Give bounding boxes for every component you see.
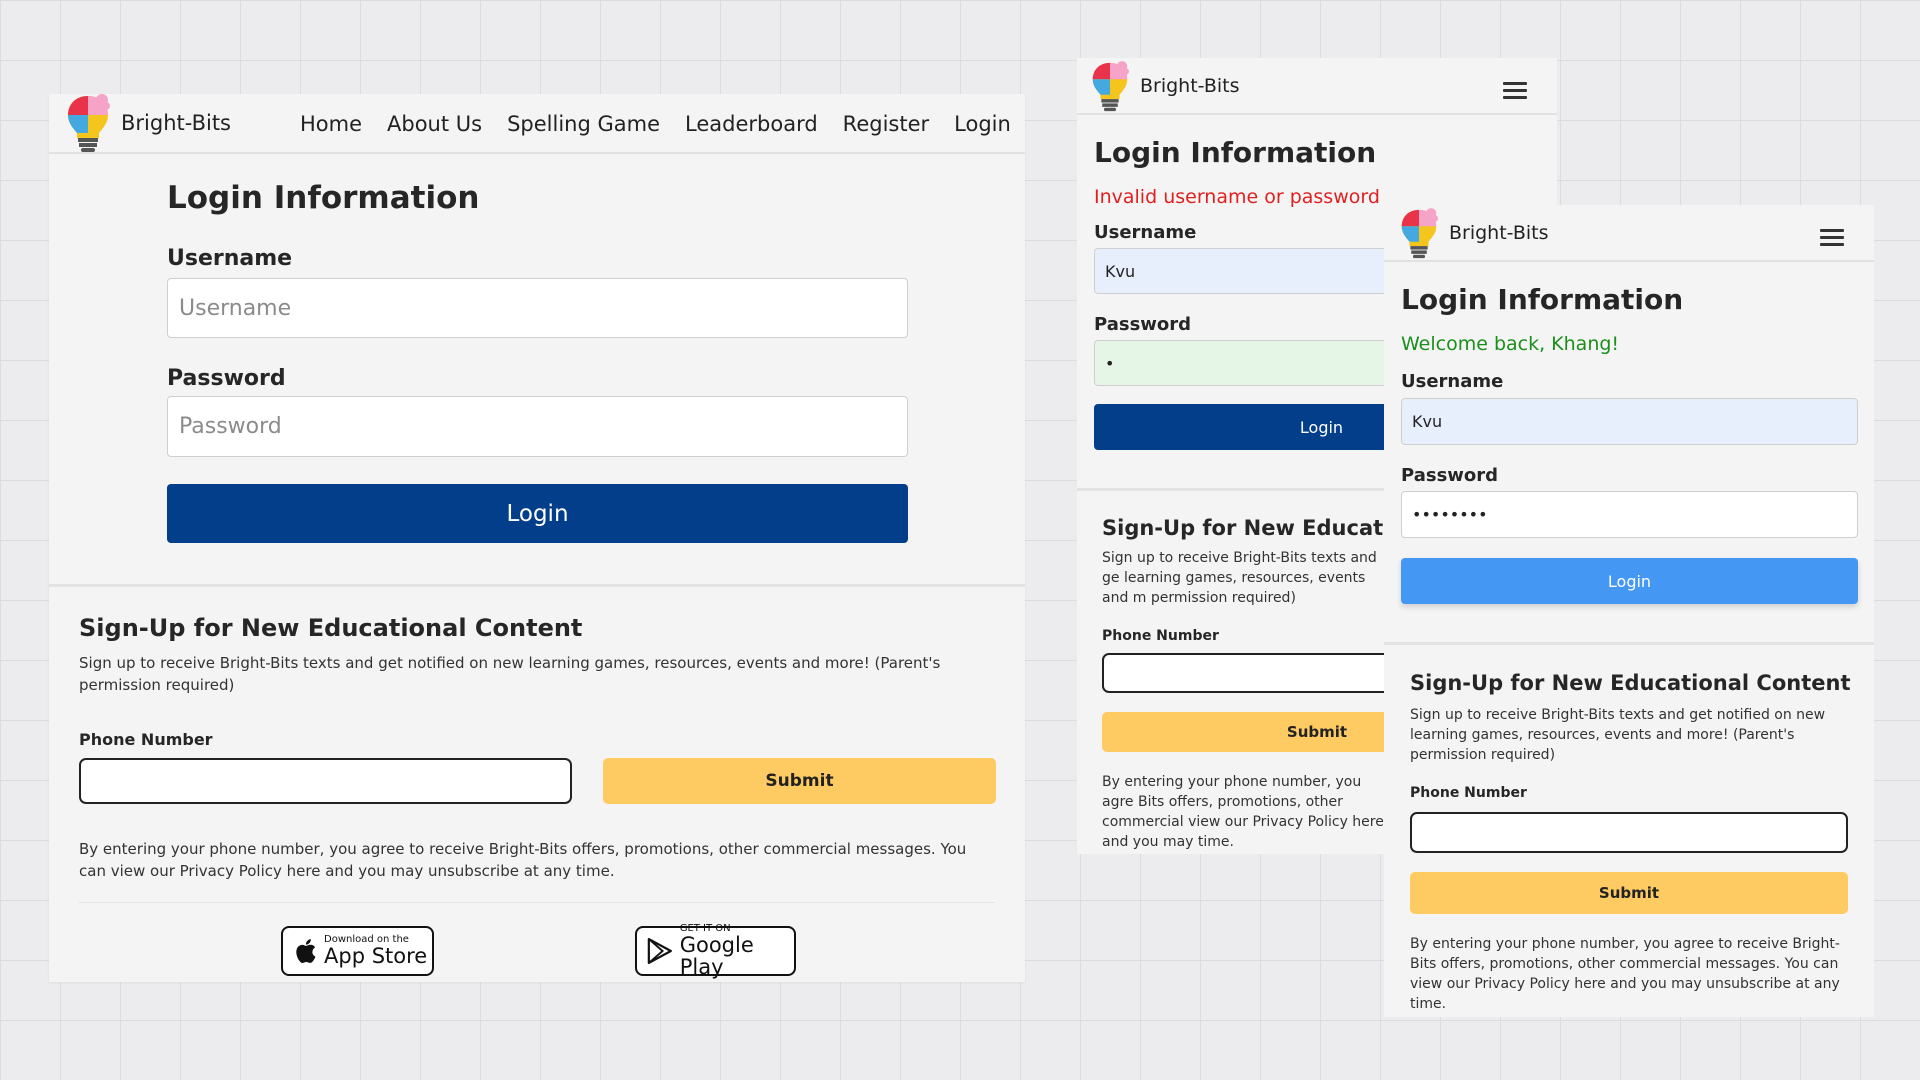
password-label: Password <box>1401 465 1499 486</box>
brand-name: Bright-Bits <box>1449 221 1549 244</box>
hamburger-menu-icon[interactable] <box>1820 229 1844 246</box>
signup-disclaimer: By entering your phone number, you agree… <box>1410 936 1840 1012</box>
signup-title: Sign-Up for New Education <box>1102 516 1420 540</box>
app-store-badge[interactable]: Download on the App Store <box>281 926 434 976</box>
google-play-badge[interactable]: GET IT ON Google Play <box>635 923 796 979</box>
section-divider <box>1384 642 1874 645</box>
submit-button[interactable]: Submit <box>1410 872 1848 914</box>
phone-label: Phone Number <box>79 730 213 749</box>
brand-name: Bright-Bits <box>1140 74 1240 97</box>
mobile-navbar: Bright-Bits <box>1077 58 1557 115</box>
brand-name: Bright-Bits <box>121 111 231 135</box>
login-button[interactable]: Login <box>1401 558 1858 604</box>
phone-label: Phone Number <box>1410 785 1527 801</box>
password-input[interactable]: Password <box>167 396 908 457</box>
username-label: Username <box>1401 371 1504 392</box>
username-label: Username <box>167 246 293 271</box>
success-message: Welcome back, Khang! <box>1401 333 1620 355</box>
signup-description: Sign up to receive Bright-Bits texts and… <box>1410 707 1826 763</box>
signup-description: Sign up to receive Bright-Bits texts and… <box>79 654 941 694</box>
login-button[interactable]: Login <box>167 484 908 543</box>
brand[interactable]: Bright-Bits <box>66 94 231 154</box>
signup-disclaimer: By entering your phone number, you agree… <box>79 840 967 880</box>
hamburger-menu-icon[interactable] <box>1503 82 1527 99</box>
login-title: Login Information <box>167 180 480 216</box>
error-message: Invalid username or password <box>1094 186 1380 208</box>
password-label: Password <box>167 366 286 391</box>
googleplay-big-text: Google Play <box>679 932 754 979</box>
appstore-big-text: App Store <box>324 943 428 968</box>
brand[interactable]: Bright-Bits <box>1400 206 1549 260</box>
desktop-navbar: Bright-Bits Home About Us Spelling Game … <box>49 94 1025 154</box>
nav-spelling-game[interactable]: Spelling Game <box>507 112 660 136</box>
nav-links: Home About Us Spelling Game Leaderboard … <box>300 112 1011 136</box>
password-input[interactable]: •••••••• <box>1401 491 1858 538</box>
login-title: Login Information <box>1094 136 1377 169</box>
signup-description: Sign up to receive Bright-Bits texts and… <box>1102 550 1377 606</box>
nav-about-us[interactable]: About Us <box>387 112 482 136</box>
nav-login[interactable]: Login <box>954 112 1011 136</box>
login-title: Login Information <box>1401 283 1684 316</box>
phone-number-input[interactable] <box>79 758 572 804</box>
signup-title: Sign-Up for New Educational Content <box>1410 671 1851 695</box>
nav-leaderboard[interactable]: Leaderboard <box>685 112 818 136</box>
password-label: Password <box>1094 314 1192 335</box>
lightbulb-puzzle-logo-icon <box>66 94 110 154</box>
username-input[interactable]: Username <box>167 278 908 338</box>
phone-number-input[interactable] <box>1410 812 1848 853</box>
mobile-navbar: Bright-Bits <box>1384 205 1874 262</box>
footer-divider <box>79 902 995 903</box>
section-divider <box>49 584 1025 587</box>
mobile-success-page: Bright-Bits Login Information Welcome ba… <box>1384 205 1874 1017</box>
apple-icon <box>296 939 316 963</box>
nav-home[interactable]: Home <box>300 112 362 136</box>
username-input[interactable]: Kvu <box>1401 398 1858 445</box>
brand[interactable]: Bright-Bits <box>1091 59 1240 113</box>
google-play-icon <box>647 937 672 965</box>
username-label: Username <box>1094 222 1197 243</box>
nav-register[interactable]: Register <box>843 112 929 136</box>
signup-disclaimer: By entering your phone number, you agre … <box>1102 774 1384 850</box>
submit-button[interactable]: Submit <box>603 758 996 804</box>
desktop-page: Bright-Bits Home About Us Spelling Game … <box>49 94 1025 982</box>
signup-title: Sign-Up for New Educational Content <box>79 614 583 642</box>
phone-label: Phone Number <box>1102 628 1219 644</box>
lightbulb-puzzle-logo-icon <box>1091 61 1129 113</box>
lightbulb-puzzle-logo-icon <box>1400 208 1438 260</box>
